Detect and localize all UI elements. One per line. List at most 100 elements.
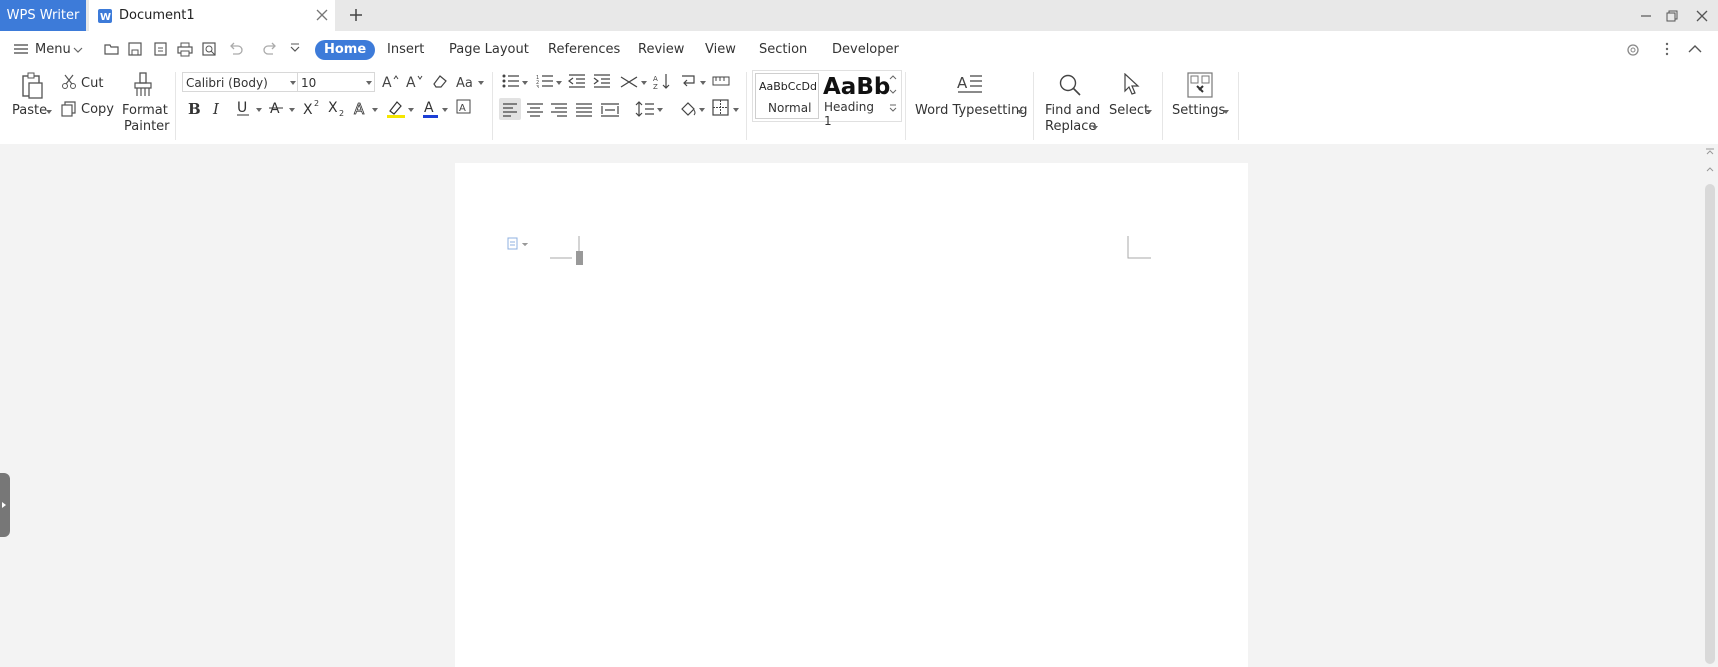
minimize-icon[interactable] [1638, 8, 1654, 24]
style-normal[interactable]: AaBbCcDd Normal [755, 73, 819, 119]
word-typesetting-icon[interactable]: A [957, 72, 983, 96]
find-replace-caret[interactable] [1092, 126, 1098, 130]
highlight-caret[interactable] [408, 108, 414, 112]
paragraph-options-icon[interactable] [507, 237, 533, 251]
text-effects-icon[interactable]: A [353, 99, 369, 117]
tab-home[interactable]: Home [315, 40, 376, 60]
save-icon[interactable] [128, 42, 143, 57]
format-painter-icon[interactable] [132, 72, 154, 98]
tab-insert[interactable]: Insert [387, 40, 424, 60]
text-effects-caret[interactable] [372, 108, 378, 112]
superscript-icon[interactable]: X2 [303, 99, 321, 117]
redo-icon[interactable] [262, 42, 278, 56]
select-button[interactable]: Select [1109, 103, 1149, 118]
paste-button[interactable]: Paste [12, 103, 47, 118]
borders-icon[interactable] [712, 99, 730, 117]
decrease-indent-icon[interactable] [568, 74, 586, 88]
decrease-font-icon[interactable]: A [406, 73, 424, 89]
distributed-icon[interactable] [600, 98, 620, 120]
justify-icon[interactable] [575, 98, 593, 120]
chevron-down-icon[interactable] [73, 45, 83, 55]
subscript-icon[interactable]: X2 [328, 99, 346, 117]
word-typesetting-caret[interactable] [1017, 110, 1023, 114]
align-left-icon[interactable] [499, 98, 521, 120]
hamburger-icon[interactable] [13, 42, 29, 56]
strikethrough-icon[interactable]: A [269, 99, 285, 117]
settings-caret[interactable] [1223, 110, 1229, 114]
paste-dropdown-caret[interactable] [46, 110, 52, 114]
underline-caret[interactable] [256, 108, 262, 112]
magnifier-icon[interactable] [1058, 73, 1082, 97]
paragraph-mark-icon[interactable] [680, 73, 700, 89]
collapse-ribbon-icon[interactable] [1688, 44, 1702, 53]
text-direction-caret[interactable] [641, 81, 647, 85]
styles-expand-icon[interactable] [889, 104, 897, 112]
style-heading-1[interactable]: AaBb Heading 1 [819, 73, 890, 128]
customize-toolbar-icon[interactable] [290, 43, 300, 53]
sort-icon[interactable]: AZ [653, 73, 671, 89]
undo-icon[interactable] [228, 42, 244, 56]
word-typesetting-button[interactable]: Word Typesetting [915, 103, 1027, 118]
format-painter-line1[interactable]: Format [122, 103, 168, 118]
document-tab[interactable]: W Document1 [89, 0, 335, 31]
main-menu-button[interactable]: Menu [35, 40, 71, 60]
gear-icon[interactable] [1625, 42, 1641, 58]
print-preview-icon[interactable] [202, 42, 218, 57]
eraser-icon[interactable] [432, 74, 448, 88]
format-painter-line2[interactable]: Painter [124, 119, 170, 134]
underline-icon[interactable]: U [236, 99, 252, 117]
strikethrough-caret[interactable] [289, 108, 295, 112]
close-window-icon[interactable] [1694, 8, 1710, 24]
ruler-icon[interactable] [712, 75, 730, 87]
restore-icon[interactable] [1664, 8, 1680, 24]
numbering-caret[interactable] [556, 81, 562, 85]
print-icon[interactable] [177, 42, 193, 57]
shading-icon[interactable] [679, 99, 697, 117]
line-spacing-caret[interactable] [657, 108, 663, 112]
highlight-icon[interactable] [387, 99, 405, 119]
font-family-select[interactable]: Calibri (Body) [182, 72, 298, 92]
align-right-icon[interactable] [550, 98, 568, 120]
app-name-tab[interactable]: WPS Writer [0, 0, 86, 31]
scissors-icon[interactable] [61, 74, 77, 90]
select-caret[interactable] [1146, 110, 1152, 114]
increase-font-icon[interactable]: A [382, 73, 400, 89]
cut-button[interactable]: Cut [81, 76, 103, 91]
scrollbar-thumb[interactable] [1705, 184, 1715, 664]
scroll-up-icon[interactable] [1705, 166, 1715, 172]
copy-button[interactable]: Copy [81, 102, 114, 117]
tab-review[interactable]: Review [638, 40, 684, 60]
tab-page-layout[interactable]: Page Layout [449, 40, 529, 60]
text-direction-icon[interactable] [619, 73, 639, 89]
tab-developer[interactable]: Developer [832, 40, 899, 60]
bold-icon[interactable]: B [187, 99, 203, 117]
styles-scroll-down-icon[interactable] [889, 89, 897, 95]
open-folder-icon[interactable] [104, 42, 120, 56]
font-color-caret[interactable] [442, 108, 448, 112]
scroll-top-icon[interactable] [1705, 148, 1715, 156]
copy-icon[interactable] [61, 101, 77, 117]
tab-section[interactable]: Section [759, 40, 807, 60]
new-tab-icon[interactable] [348, 7, 364, 23]
line-spacing-icon[interactable] [635, 98, 655, 120]
close-tab-icon[interactable] [315, 8, 329, 22]
character-border-icon[interactable]: A [456, 99, 472, 115]
increase-indent-icon[interactable] [593, 74, 611, 88]
side-panel-toggle[interactable] [0, 473, 10, 537]
document-page[interactable] [455, 163, 1248, 667]
vertical-scrollbar[interactable] [1702, 144, 1718, 667]
font-color-icon[interactable]: A [423, 99, 439, 119]
tab-view[interactable]: View [705, 40, 736, 60]
change-case-caret[interactable] [478, 81, 484, 85]
font-size-select[interactable]: 10 [297, 72, 375, 92]
bullets-caret[interactable] [522, 81, 528, 85]
more-options-icon[interactable] [1665, 42, 1669, 56]
bullets-icon[interactable] [502, 74, 520, 88]
find-replace-line2[interactable]: Replace [1045, 119, 1096, 134]
cursor-pointer-icon[interactable] [1123, 73, 1141, 97]
change-case-icon[interactable]: Aa [456, 73, 476, 89]
settings-button[interactable]: Settings [1172, 103, 1225, 118]
export-pdf-icon[interactable] [153, 42, 168, 57]
find-replace-line1[interactable]: Find and [1045, 103, 1100, 118]
settings-tools-icon[interactable] [1187, 72, 1213, 98]
